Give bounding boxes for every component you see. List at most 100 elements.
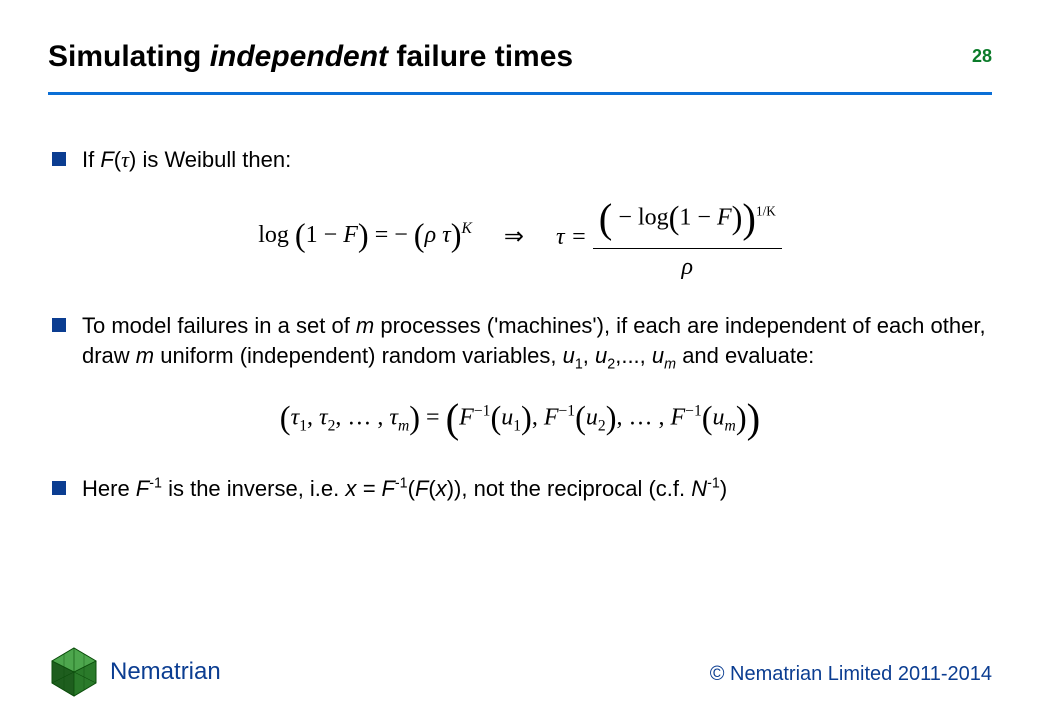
b1-F: F (100, 147, 113, 172)
e2-us2: 2 (598, 417, 606, 434)
e2-u2: u (586, 404, 598, 430)
eq1-nrp2: ) (732, 200, 743, 236)
b2-u1s: 1 (575, 356, 583, 372)
e2-um: u (713, 404, 725, 430)
e2-Fm: F (670, 404, 685, 430)
eq1-arrow: ⇒ (504, 221, 524, 253)
bullet-1-text: If F(τ) is Weibull then: (82, 145, 988, 175)
eq1-n1mF: 1 − (679, 204, 717, 230)
b3-inv3: -1 (707, 475, 720, 491)
eq1-den: ρ (593, 249, 782, 283)
title-suffix: failure times (388, 40, 573, 73)
bullet-icon (52, 318, 66, 332)
e2-lp3: ( (575, 400, 586, 436)
copyright-text: © Nematrian Limited 2011-2014 (710, 663, 992, 686)
e2-rp: ) (409, 400, 420, 436)
bullet-icon (52, 152, 66, 166)
bullet-3: Here F-1 is the inverse, i.e. x = F-1(F(… (52, 474, 988, 504)
b3-F2: F (415, 476, 428, 501)
b2-m1: m (356, 313, 374, 338)
b2-ums: m (664, 356, 676, 372)
slide-number: 28 (972, 46, 992, 67)
e2-blp: ( (446, 396, 460, 441)
b2-c1: , (583, 343, 595, 368)
b3-close: )), not the reciprocal (c.f. (447, 476, 692, 501)
equation-2: (τ1, τ2, … , τm) = (F−1(u1), F−1(u2), … … (52, 391, 988, 446)
e2-us1: 1 (513, 417, 521, 434)
eq1-rho: ρ (425, 222, 437, 248)
e2-t2: τ (319, 404, 328, 430)
e2-lp: ( (280, 400, 291, 436)
eq1-nneg: − (612, 204, 638, 230)
e2-usm: m (725, 417, 736, 434)
b2-u2: u (595, 343, 607, 368)
slide-header: Simulating independent failure times (48, 40, 992, 74)
eq1-F: F (343, 222, 358, 248)
b2-d: and evaluate: (676, 343, 814, 368)
equation-1: log (1 − F) = − (ρ τ)K ⇒ τ = ( − log(1 −… (52, 191, 988, 283)
b3-inv2: -1 (395, 475, 408, 491)
eq1-exp: 1/K (756, 203, 776, 218)
e2-lpm: ( (702, 400, 713, 436)
e2-i1: −1 (474, 402, 491, 419)
e2-brp: ) (747, 396, 761, 441)
b1-rest: is Weibull then: (136, 147, 291, 172)
slide-body: If F(τ) is Weibull then: log (1 − F) = −… (52, 145, 988, 517)
e2-c1: , (307, 404, 319, 430)
e2-i2: −1 (559, 402, 576, 419)
slide-footer: Nematrian © Nematrian Limited 2011-2014 (48, 642, 992, 698)
e2-rp3: ) (606, 400, 617, 436)
eq1-nrp: ) (742, 196, 756, 241)
b2-u1: u (563, 343, 575, 368)
header-rule (48, 92, 992, 95)
e2-d1: , … , (335, 404, 389, 430)
slide: Simulating independent failure times 28 … (0, 0, 1040, 720)
bullet-2-text: To model failures in a set of m processe… (82, 311, 988, 374)
b2-um: u (652, 343, 664, 368)
eq1-1overK: 1/K (756, 203, 776, 218)
eq1-log: log (258, 222, 289, 248)
eq1-K: K (461, 220, 471, 237)
eq1-lp1: ( (295, 218, 306, 254)
b3-F: F (136, 476, 149, 501)
e2-u1: u (501, 404, 513, 430)
bullet-icon (52, 481, 66, 495)
eq1-lp2: ( (414, 218, 425, 254)
b1-tau: τ (121, 147, 129, 172)
logo-icon (48, 646, 100, 698)
brand-name: Nematrian (110, 658, 221, 686)
eq1-frac: ( − log(1 − F))1/K ρ (593, 191, 782, 283)
b3-a: Here (82, 476, 136, 501)
eq1-num: ( − log(1 − F))1/K (593, 191, 782, 249)
e2-sm: m (398, 417, 409, 434)
e2-F2: F (544, 404, 559, 430)
e2-d2: , … , (616, 404, 670, 430)
eq1-eq: = − (369, 222, 414, 248)
bullet-2: To model failures in a set of m processe… (52, 311, 988, 374)
b1-prefix: If (82, 147, 100, 172)
b2-c: uniform (independent) random variables, (154, 343, 562, 368)
e2-rpm: ) (736, 400, 747, 436)
e2-c2: , (532, 404, 544, 430)
b3-mid: ( (408, 476, 415, 501)
e2-im: −1 (685, 402, 702, 419)
e2-F1: F (459, 404, 474, 430)
e2-eq: = (420, 404, 446, 430)
b2-m2: m (136, 343, 154, 368)
title-italic: independent (210, 40, 388, 73)
eq1-nlp: ( (599, 196, 613, 241)
b3-x2: ( (428, 476, 435, 501)
e2-t1: τ (291, 404, 300, 430)
e2-s1: 1 (299, 417, 307, 434)
e2-rp2: ) (521, 400, 532, 436)
eq1-nlog: log (638, 204, 669, 230)
b3-N: N (691, 476, 707, 501)
eq1-taueq: τ = (556, 224, 593, 250)
b3-x1: x = F (345, 476, 395, 501)
e2-tm: τ (389, 404, 398, 430)
slide-title: Simulating independent failure times (48, 40, 992, 74)
b3-x3: x (436, 476, 447, 501)
eq1-1mF: 1 − (306, 222, 344, 248)
eq1-rp2: ) (451, 218, 462, 254)
b3-end: ) (720, 476, 727, 501)
